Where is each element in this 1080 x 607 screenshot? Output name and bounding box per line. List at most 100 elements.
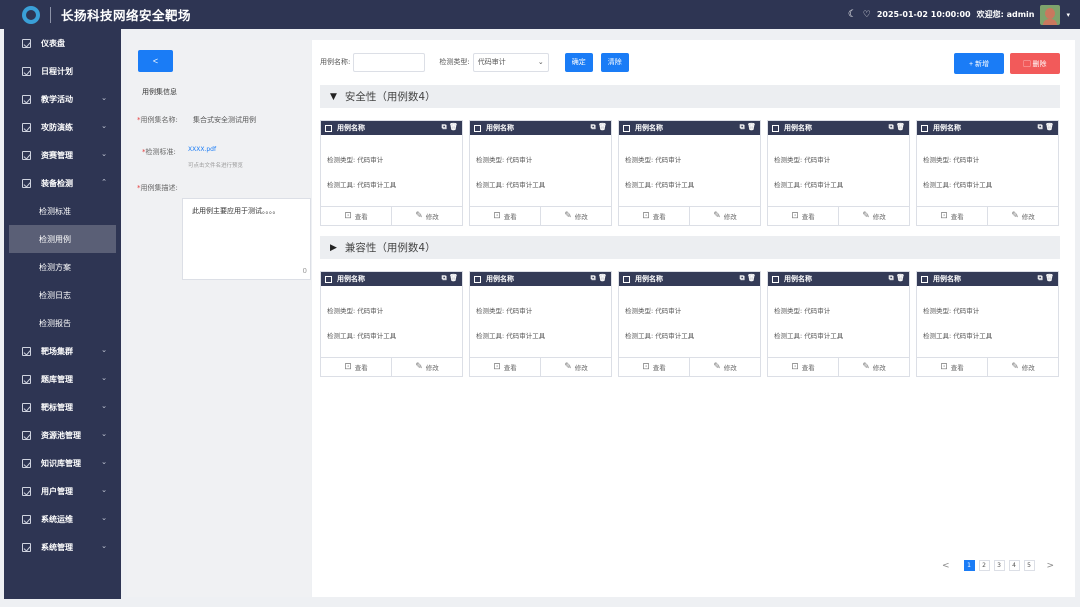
edit-button[interactable]: ✎ 修改 bbox=[689, 207, 760, 225]
group-header-compat[interactable]: ▶ 兼容性（用例数4） bbox=[320, 236, 1060, 259]
sidebar-item-resource-pool[interactable]: 资源池管理 ⌄ bbox=[4, 421, 121, 449]
card-tool-line: 检测工具: 代码审计工具 bbox=[923, 181, 993, 189]
prev-page-button[interactable]: < bbox=[942, 561, 950, 571]
card-checkbox[interactable] bbox=[772, 124, 779, 132]
card-checkbox[interactable] bbox=[325, 275, 332, 283]
copy-delete-icons[interactable]: ⧉ 🗑 bbox=[889, 274, 905, 283]
moon-icon[interactable]: ☾ bbox=[848, 9, 857, 20]
delete-button[interactable]: ▢ 删除 bbox=[1010, 53, 1060, 74]
copy-delete-icons[interactable]: ⧉ 🗑 bbox=[889, 123, 905, 132]
char-count: 0 bbox=[302, 267, 307, 275]
page-button-1[interactable]: 1 bbox=[963, 560, 975, 571]
view-button[interactable]: ⊡ 查看 bbox=[768, 207, 838, 225]
copy-delete-icons[interactable]: ⧉ 🗑 bbox=[442, 274, 458, 283]
card-header: 用例名称 ⧉ 🗑 bbox=[768, 121, 909, 135]
edit-button[interactable]: ✎ 修改 bbox=[838, 207, 909, 225]
name-filter-label: 用例名称: bbox=[320, 58, 351, 66]
description-text: 此用例主要应用于测试。。。。 bbox=[192, 207, 280, 215]
card-checkbox[interactable] bbox=[921, 124, 928, 132]
standard-file-link[interactable]: XXXX.pdf bbox=[188, 146, 216, 153]
card-checkbox[interactable] bbox=[623, 275, 630, 283]
avatar[interactable] bbox=[1040, 4, 1061, 25]
edit-button[interactable]: ✎ 修改 bbox=[540, 207, 611, 225]
chevron-down-icon: ⌄ bbox=[101, 542, 107, 550]
card-checkbox[interactable] bbox=[623, 124, 630, 132]
copy-delete-icons[interactable]: ⧉ 🗑 bbox=[740, 123, 756, 132]
sidebar-item-schedule[interactable]: 日程计划 bbox=[4, 57, 121, 85]
edit-button[interactable]: ✎ 修改 bbox=[987, 358, 1058, 376]
group-header-security[interactable]: ▼ 安全性（用例数4） bbox=[320, 85, 1060, 108]
card-tool-line: 检测工具: 代码审计工具 bbox=[625, 332, 695, 340]
next-page-button[interactable]: > bbox=[1047, 561, 1055, 571]
back-button[interactable]: < bbox=[138, 50, 173, 72]
view-button[interactable]: ⊡ 查看 bbox=[470, 358, 540, 376]
view-button[interactable]: ⊡ 查看 bbox=[321, 358, 391, 376]
copy-delete-icons[interactable]: ⧉ 🗑 bbox=[1038, 123, 1054, 132]
card-checkbox[interactable] bbox=[921, 275, 928, 283]
edit-button[interactable]: ✎ 修改 bbox=[391, 358, 462, 376]
page-button-2[interactable]: 2 bbox=[978, 560, 990, 571]
view-button[interactable]: ⊡ 查看 bbox=[917, 358, 987, 376]
card-checkbox[interactable] bbox=[474, 275, 481, 283]
view-button[interactable]: ⊡ 查看 bbox=[917, 207, 987, 225]
sidebar-sub-standard[interactable]: 检测标准 bbox=[4, 197, 121, 225]
sidebar-item-drills[interactable]: 攻防演练 ⌄ bbox=[4, 113, 121, 141]
edit-button[interactable]: ✎ 修改 bbox=[838, 358, 909, 376]
edit-button[interactable]: ✎ 修改 bbox=[391, 207, 462, 225]
edit-button[interactable]: ✎ 修改 bbox=[689, 358, 760, 376]
divider bbox=[50, 6, 51, 23]
sidebar-sub-plan[interactable]: 检测方案 bbox=[4, 253, 121, 281]
sidebar-item-ops[interactable]: 系统运维 ⌄ bbox=[4, 505, 121, 533]
sidebar-item-competition[interactable]: 资赛管理 ⌄ bbox=[4, 141, 121, 169]
card-row-compat: 用例名称 ⧉ 🗑 检测类型: 代码审计 检测工具: 代码审计工具 ⊡ 查看 ✎ 修改… bbox=[320, 271, 1060, 377]
sidebar-item-equipment-test[interactable]: 装备检测 ⌃ bbox=[4, 169, 121, 197]
bell-icon[interactable]: ♡ bbox=[863, 10, 871, 20]
sidebar-sub-log[interactable]: 检测日志 bbox=[4, 281, 121, 309]
clear-button[interactable]: 清除 bbox=[600, 52, 629, 72]
card-checkbox[interactable] bbox=[772, 275, 779, 283]
sidebar-item-question-bank[interactable]: 题库管理 ⌄ bbox=[4, 365, 121, 393]
name-filter-input[interactable] bbox=[353, 52, 426, 72]
sidebar-sub-report[interactable]: 检测报告 bbox=[4, 309, 121, 337]
confirm-button[interactable]: 确定 bbox=[564, 52, 593, 72]
view-button[interactable]: ⊡ 查看 bbox=[321, 207, 391, 225]
page-button-4[interactable]: 4 bbox=[1008, 560, 1020, 571]
page-button-5[interactable]: 5 bbox=[1023, 560, 1035, 571]
chevron-down-icon[interactable]: ▾ bbox=[1066, 11, 1070, 19]
type-filter-select[interactable]: 代码审计 ⌄ bbox=[472, 52, 549, 72]
datetime: 2025-01-02 10:00:00 bbox=[876, 10, 971, 19]
copy-delete-icons[interactable]: ⧉ 🗑 bbox=[740, 274, 756, 283]
page-button-3[interactable]: 3 bbox=[993, 560, 1005, 571]
edit-button[interactable]: ✎ 修改 bbox=[540, 358, 611, 376]
card-checkbox[interactable] bbox=[474, 124, 481, 132]
sidebar-item-knowledge[interactable]: 知识库管理 ⌄ bbox=[4, 449, 121, 477]
sidebar-item-teaching[interactable]: 教学活动 ⌄ bbox=[4, 85, 121, 113]
copy-delete-icons[interactable]: ⧉ 🗑 bbox=[442, 123, 458, 132]
edit-button[interactable]: ✎ 修改 bbox=[987, 207, 1058, 225]
card-title: 用例名称 bbox=[337, 275, 365, 283]
edit-icon: ✎ bbox=[713, 211, 721, 221]
sidebar-item-dashboard[interactable]: 仪表盘 bbox=[4, 29, 121, 57]
description-textarea[interactable]: 此用例主要应用于测试。。。。 0 bbox=[182, 198, 311, 280]
card-header: 用例名称 ⧉ 🗑 bbox=[470, 121, 611, 135]
card-header: 用例名称 ⧉ 🗑 bbox=[619, 121, 760, 135]
view-button[interactable]: ⊡ 查看 bbox=[470, 207, 540, 225]
check-icon bbox=[22, 514, 31, 524]
view-button[interactable]: ⊡ 查看 bbox=[619, 358, 689, 376]
check-icon bbox=[22, 122, 31, 132]
sidebar-item-cluster[interactable]: 靶场集群 ⌄ bbox=[4, 337, 121, 365]
copy-delete-icons[interactable]: ⧉ 🗑 bbox=[591, 123, 607, 132]
card-checkbox[interactable] bbox=[325, 124, 332, 132]
view-button[interactable]: ⊡ 查看 bbox=[768, 358, 838, 376]
sidebar-sub-testcase[interactable]: 检测用例 bbox=[9, 225, 116, 253]
testcase-card: 用例名称 ⧉ 🗑 检测类型: 代码审计 检测工具: 代码审计工具 ⊡ 查看 ✎ 修改 bbox=[320, 120, 463, 226]
card-header: 用例名称 ⧉ 🗑 bbox=[321, 121, 462, 135]
sidebar-item-users[interactable]: 用户管理 ⌄ bbox=[4, 477, 121, 505]
sidebar-item-targets[interactable]: 靶标管理 ⌄ bbox=[4, 393, 121, 421]
sidebar-item-system[interactable]: 系统管理 ⌄ bbox=[4, 533, 121, 561]
view-button[interactable]: ⊡ 查看 bbox=[619, 207, 689, 225]
copy-delete-icons[interactable]: ⧉ 🗑 bbox=[1038, 274, 1054, 283]
copy-delete-icons[interactable]: ⧉ 🗑 bbox=[591, 274, 607, 283]
add-button[interactable]: + 新增 bbox=[954, 53, 1004, 74]
card-footer: ⊡ 查看 ✎ 修改 bbox=[917, 206, 1058, 225]
